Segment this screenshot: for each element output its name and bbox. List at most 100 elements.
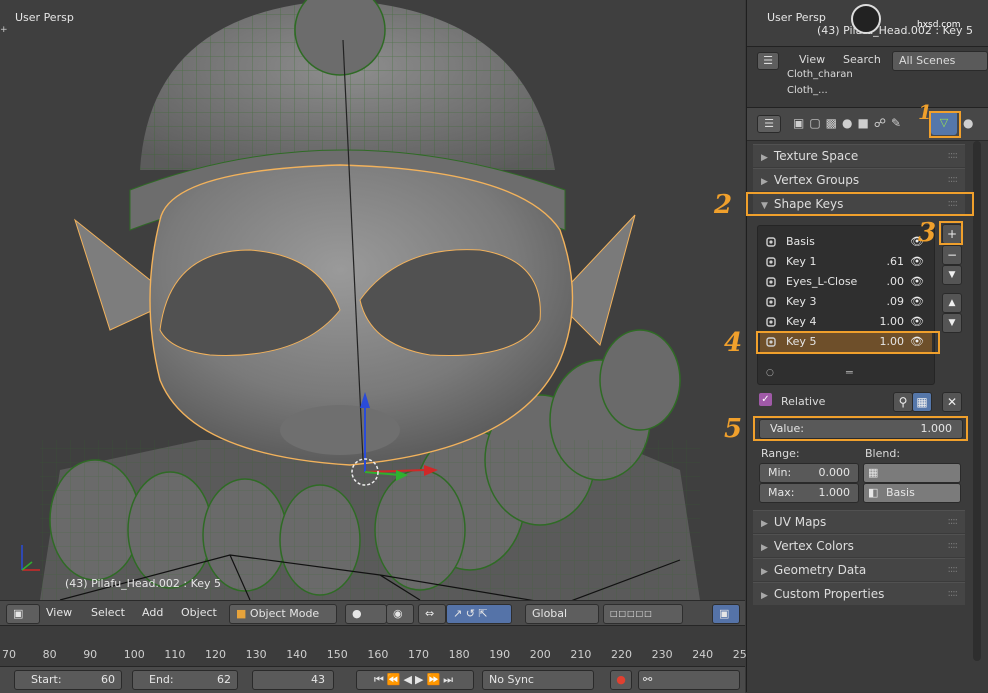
- material-tab-icon[interactable]: ●: [963, 116, 973, 130]
- end-frame-field[interactable]: End: 62: [132, 670, 238, 690]
- manipulator-toggle[interactable]: ⇔: [418, 604, 446, 624]
- list-filter-icon[interactable]: ○: [766, 368, 774, 378]
- outliner-item[interactable]: Cloth_charan: [787, 69, 853, 80]
- shape-key-icon: [766, 257, 776, 267]
- shape-key-value[interactable]: .09: [887, 292, 905, 312]
- sync-selector[interactable]: No Sync: [482, 670, 594, 690]
- outliner-menu-view[interactable]: View: [799, 53, 825, 66]
- panel-label: Geometry Data: [773, 563, 867, 577]
- context-tab-icons[interactable]: ▣▢▩●■☍✎: [793, 116, 906, 130]
- pin-icon[interactable]: ⚲: [893, 392, 913, 412]
- collapsed-triangle-icon: ▶: [761, 177, 768, 187]
- annotation-number-4: 4: [724, 328, 743, 358]
- shape-key-value[interactable]: .00: [887, 272, 905, 292]
- timeline-tick-label: 70: [2, 648, 16, 661]
- editor-type-button[interactable]: ▣: [6, 604, 40, 624]
- menu-add[interactable]: Add: [142, 604, 163, 622]
- relative-checkbox[interactable]: ✓: [759, 393, 772, 406]
- blend-value: Basis: [886, 486, 915, 499]
- move-up-button[interactable]: ▲: [942, 293, 962, 313]
- shape-key-row[interactable]: Eyes_L-Close .00 👁: [760, 272, 932, 292]
- panel-vertex-colors[interactable]: ▶ Vertex Colors::::: [753, 534, 965, 557]
- outliner-item[interactable]: Cloth_...: [787, 85, 828, 96]
- menu-object[interactable]: Object: [181, 604, 217, 622]
- panel-texture-space[interactable]: ▶ Texture Space::::: [753, 144, 965, 167]
- eye-icon[interactable]: 👁: [910, 252, 924, 272]
- 3d-viewport[interactable]: User Persp (43) Pilafu_Head.002 : Key 5 …: [0, 0, 745, 600]
- transform-buttons[interactable]: ↗ ↺ ⇱: [446, 604, 512, 624]
- current-frame-field[interactable]: 43: [252, 670, 334, 690]
- sync-label: No Sync: [489, 673, 534, 686]
- max-field[interactable]: Max: 1.000: [759, 483, 859, 503]
- scenes-selector[interactable]: All Scenes: [892, 51, 988, 71]
- end-value: 62: [217, 673, 231, 686]
- timeline-tick-label: 190: [489, 648, 511, 661]
- end-label: End:: [149, 673, 174, 686]
- toolshelf-toggle-icon[interactable]: +: [0, 25, 8, 35]
- properties-editor-button[interactable]: ☰: [757, 115, 781, 133]
- min-value: 0.000: [818, 466, 851, 479]
- shape-key-row[interactable]: Key 4 1.00 👁: [760, 312, 932, 332]
- panel-geometry-data[interactable]: ▶ Geometry Data::::: [753, 558, 965, 581]
- remove-shape-key-button[interactable]: −: [942, 245, 962, 265]
- pivot-selector[interactable]: ◉: [386, 604, 414, 624]
- outliner-item-label: Cloth_...: [787, 85, 828, 96]
- timeline-tick-label: 220: [611, 648, 632, 661]
- render-icon[interactable]: ▣: [712, 604, 740, 624]
- outliner-editor-button[interactable]: ☰: [757, 52, 779, 70]
- timeline-controls: Start: 60 End: 62 43 ⏮⏪◀▶⏩⏭ No Sync ● ⚯: [0, 666, 745, 693]
- orientation-label: Global: [532, 607, 568, 620]
- collapsed-triangle-icon: ▶: [761, 567, 768, 577]
- menu-select[interactable]: Select: [91, 604, 125, 622]
- record-icon[interactable]: ●: [610, 670, 632, 690]
- shading-selector[interactable]: ●: [345, 604, 387, 624]
- keying-set-field[interactable]: ⚯: [638, 670, 740, 690]
- annotation-number-2: 2: [714, 190, 733, 220]
- list-resize-grip-icon[interactable]: ═: [846, 366, 853, 379]
- shape-key-row[interactable]: Basis 👁: [760, 232, 932, 252]
- orientation-selector[interactable]: Global: [525, 604, 599, 624]
- blend-label: Blend:: [865, 447, 901, 460]
- watermark-text: hxsd.com: [917, 20, 961, 30]
- object-info: (43) Pilafu_Head.002 : Key 5: [65, 577, 222, 590]
- edit-mode-toggle-icon[interactable]: ▦: [912, 392, 932, 412]
- move-down-button[interactable]: ▼: [942, 313, 962, 333]
- shape-key-list[interactable]: Basis 👁 Key 1.61 👁 Eyes_L-Close .00 👁 Key 3.09 👁…: [757, 225, 935, 385]
- shape-key-specials-button[interactable]: ▼: [942, 265, 962, 285]
- annotation-number-3: 3: [918, 218, 937, 248]
- shape-key-row[interactable]: Key 1 .61 👁: [760, 252, 932, 272]
- pivot-icon: ◉: [393, 607, 403, 620]
- clear-weights-button[interactable]: ✕: [942, 392, 962, 412]
- playback-buttons[interactable]: ⏮⏪◀▶⏩⏭: [356, 670, 474, 690]
- mini-viewport[interactable]: User Persp (43) Pilafu_Head.002 : Key 5 …: [747, 0, 988, 47]
- min-field[interactable]: Min: 0.000: [759, 463, 859, 483]
- outliner-menu-search[interactable]: Search: [843, 53, 881, 66]
- mode-label: Object Mode: [249, 607, 320, 620]
- shape-key-icon: [766, 297, 776, 307]
- relative-key-field[interactable]: ◧ Basis: [863, 483, 961, 503]
- panel-label: Custom Properties: [773, 587, 885, 601]
- collapsed-triangle-icon: ▶: [761, 543, 768, 553]
- timeline[interactable]: 70 80 90 100 110 120 130 140 150 160 170 180 190 200 2…: [0, 625, 754, 666]
- panel-uv-maps[interactable]: ▶ UV Maps::::: [753, 510, 965, 533]
- timeline-tick-label: 180: [448, 648, 470, 661]
- panel-custom-properties[interactable]: ▶ Custom Properties::::: [753, 582, 965, 605]
- panel-vertex-groups[interactable]: ▶ Vertex Groups::::: [753, 168, 965, 191]
- shape-key-row[interactable]: Key 3 .09 👁: [760, 292, 932, 312]
- vertex-group-field[interactable]: ▦: [863, 463, 961, 483]
- cube-icon: ■: [236, 607, 247, 620]
- layer-buttons[interactable]: □□□□□: [603, 604, 683, 624]
- eye-icon[interactable]: 👁: [910, 312, 924, 332]
- menu-view[interactable]: View: [46, 604, 72, 622]
- shape-key-value[interactable]: 1.00: [880, 312, 905, 332]
- eye-icon[interactable]: 👁: [910, 272, 924, 292]
- panel-label: UV Maps: [773, 515, 827, 529]
- properties-scrollbar[interactable]: [973, 141, 981, 661]
- start-frame-field[interactable]: Start: 60: [14, 670, 122, 690]
- character-render: [21, 0, 700, 600]
- mode-selector[interactable]: ■ Object Mode: [229, 604, 337, 624]
- eye-icon[interactable]: 👁: [910, 292, 924, 312]
- outliner: ☰ View Search All Scenes Cloth_charan Cl…: [747, 47, 988, 108]
- shape-key-value[interactable]: .61: [887, 252, 905, 272]
- watermark-logo-icon: [851, 4, 881, 34]
